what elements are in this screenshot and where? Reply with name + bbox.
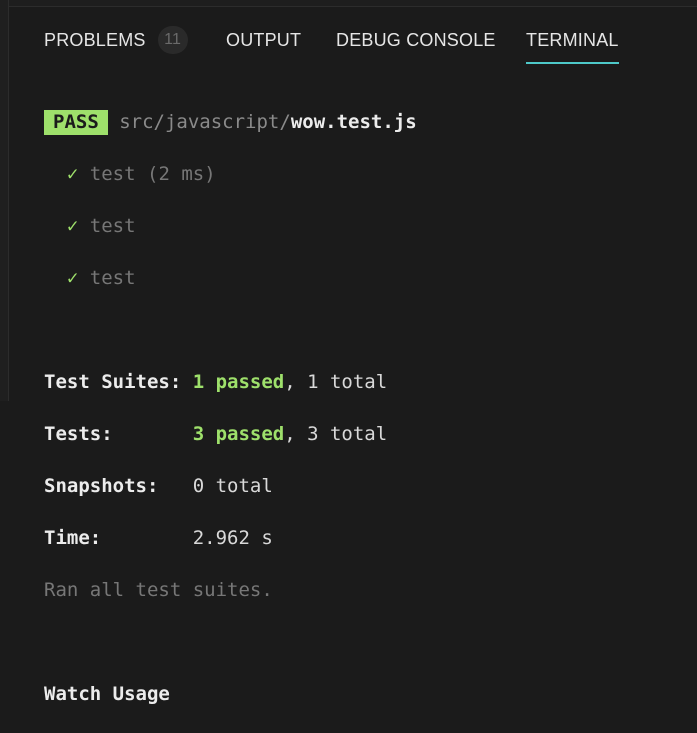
test-case-time: (2 ms) xyxy=(135,163,216,185)
summary-label: Snapshots: xyxy=(44,475,193,497)
test-case-name: test xyxy=(89,267,136,289)
summary-value: 0 total xyxy=(192,475,273,497)
check-icon: ✓ xyxy=(66,215,79,237)
pass-badge: PASS xyxy=(44,110,108,135)
summary-test-suites: Test Suites: 1 passed, 1 total xyxy=(44,369,417,395)
tab-problems[interactable]: PROBLEMS 11 xyxy=(44,26,188,62)
test-case-name: test xyxy=(89,163,136,185)
tab-output-label: OUTPUT xyxy=(226,30,302,50)
summary-time: Time: 2.962 s xyxy=(44,525,417,551)
tab-terminal-label: TERMINAL xyxy=(526,30,619,50)
watch-usage-heading: Watch Usage xyxy=(44,683,170,705)
problems-count-badge: 11 xyxy=(157,26,188,54)
panel-top-border xyxy=(0,0,697,7)
summary-label: Test Suites: xyxy=(44,371,193,393)
tab-problems-label: PROBLEMS xyxy=(44,30,146,50)
tab-output[interactable]: OUTPUT xyxy=(226,26,301,62)
summary-total: , 1 total xyxy=(284,371,388,393)
summary-label: Tests: xyxy=(44,423,193,445)
summary-passed: 1 passed xyxy=(192,371,285,393)
terminal-output[interactable]: PASS src/javascript/wow.test.js ✓ test (… xyxy=(44,83,417,733)
tab-terminal[interactable]: TERMINAL xyxy=(526,26,619,64)
ran-all-message: Ran all test suites. xyxy=(44,579,273,601)
summary-value: 2.962 s xyxy=(192,527,273,549)
test-case-name: test xyxy=(89,215,136,237)
summary-tests: Tests: 3 passed, 3 total xyxy=(44,421,417,447)
test-case-row: ✓ test xyxy=(44,213,417,239)
summary-total: , 3 total xyxy=(284,423,388,445)
check-icon: ✓ xyxy=(66,267,79,289)
check-icon: ✓ xyxy=(66,163,79,185)
test-case-row: ✓ test xyxy=(44,265,417,291)
test-case-row: ✓ test (2 ms) xyxy=(44,161,417,187)
summary-label: Time: xyxy=(44,527,193,549)
test-file-result: PASS src/javascript/wow.test.js xyxy=(44,109,417,135)
panel-left-border xyxy=(0,0,9,401)
tab-debug-console-label: DEBUG CONSOLE xyxy=(336,30,496,50)
tab-debug-console[interactable]: DEBUG CONSOLE xyxy=(336,26,496,62)
test-file-path: src/javascript/ xyxy=(119,111,291,133)
summary-passed: 3 passed xyxy=(192,423,285,445)
test-file-name: wow.test.js xyxy=(290,111,417,133)
summary-snapshots: Snapshots: 0 total xyxy=(44,473,417,499)
